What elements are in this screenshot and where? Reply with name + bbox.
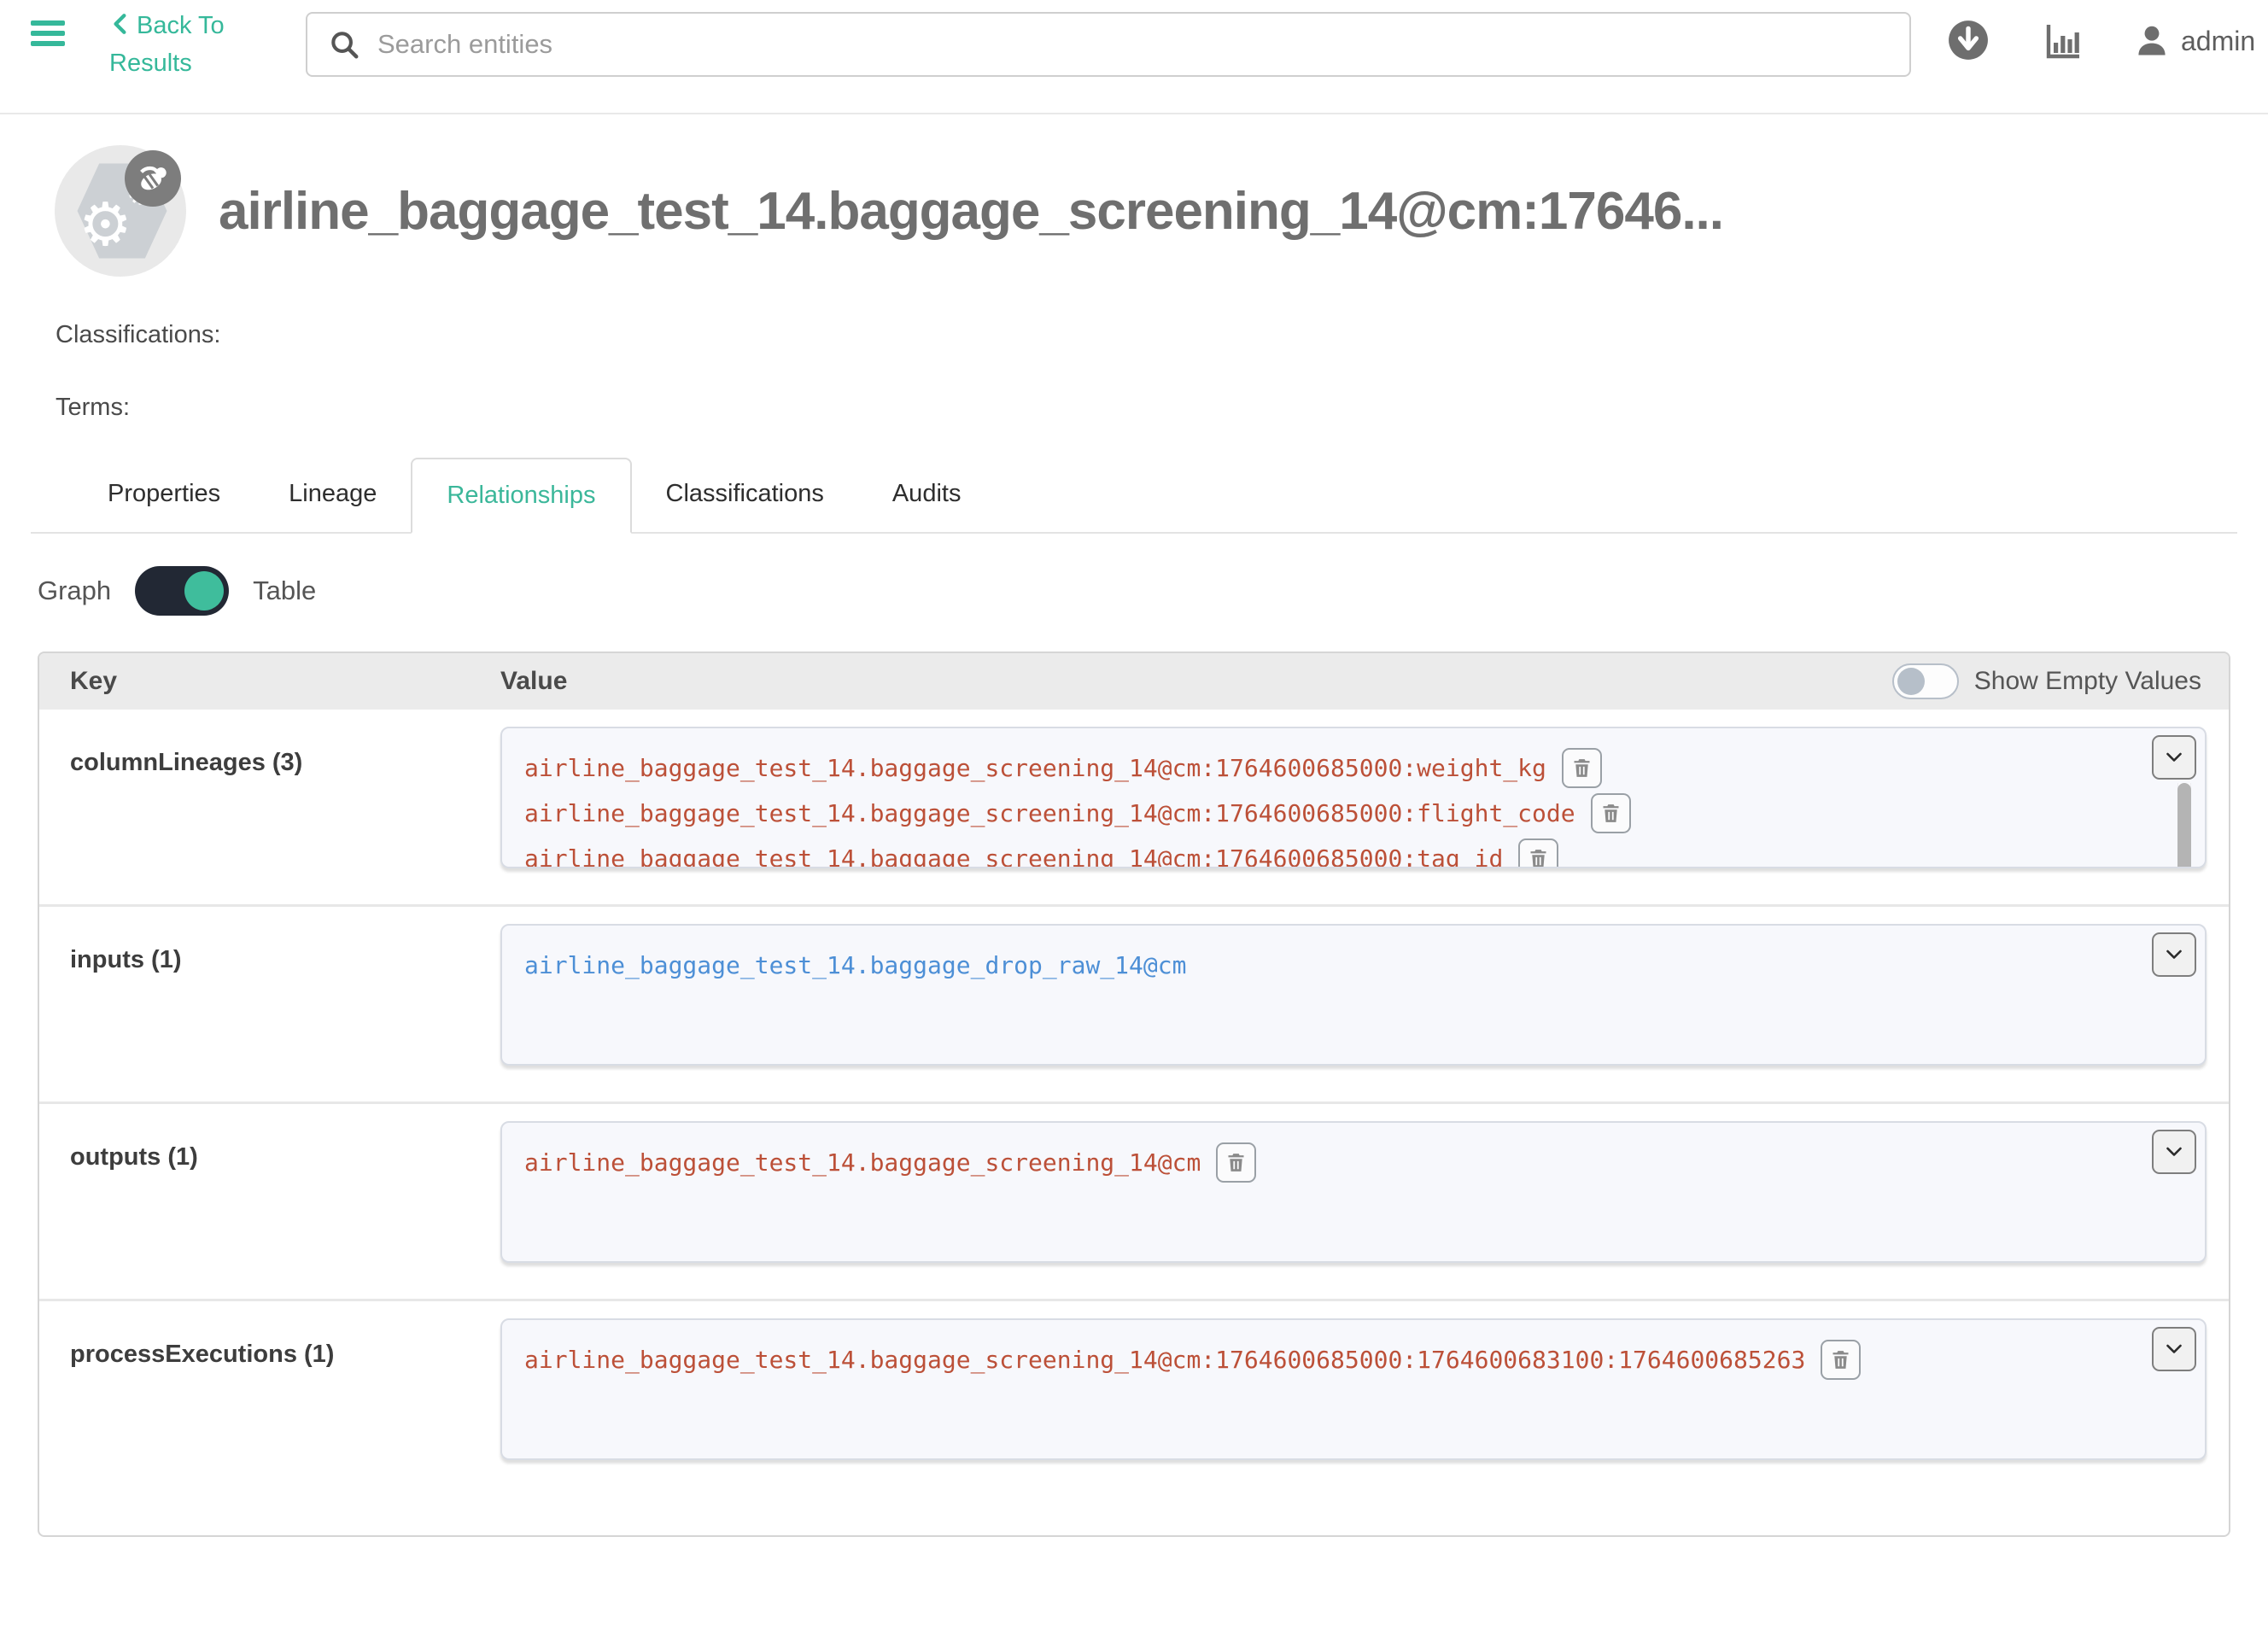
row-value-cell: airline_baggage_test_14.baggage_screenin… bbox=[500, 727, 2229, 868]
entity-link[interactable]: airline_baggage_test_14.baggage_screenin… bbox=[524, 1148, 1201, 1177]
entity-type-icon: ⚙ ⚙ bbox=[55, 145, 186, 277]
value-line: airline_baggage_test_14.baggage_screenin… bbox=[524, 836, 2136, 868]
entity-link[interactable]: airline_baggage_test_14.baggage_screenin… bbox=[524, 799, 1575, 827]
entity-link[interactable]: airline_baggage_test_14.baggage_screenin… bbox=[524, 844, 1503, 868]
tab-audits[interactable]: Audits bbox=[858, 458, 996, 534]
chevron-down-icon bbox=[2164, 1142, 2184, 1162]
trash-icon bbox=[1225, 1151, 1248, 1174]
entity-tabs: Properties Lineage Relationships Classif… bbox=[31, 458, 2237, 534]
toggle-knob bbox=[184, 571, 224, 611]
statistics-chart-icon[interactable] bbox=[2043, 20, 2084, 66]
chevron-down-icon bbox=[2164, 1339, 2184, 1359]
row-value-cell: airline_baggage_test_14.baggage_screenin… bbox=[500, 1121, 2229, 1263]
delete-button[interactable] bbox=[1518, 838, 1558, 868]
expand-collapse-button[interactable] bbox=[2152, 1327, 2196, 1371]
show-empty-values-toggle[interactable] bbox=[1892, 663, 1959, 699]
graph-label: Graph bbox=[38, 576, 111, 606]
top-bar: Back To Results admin bbox=[0, 0, 2268, 114]
trash-icon bbox=[1599, 802, 1622, 825]
value-line: airline_baggage_test_14.baggage_screenin… bbox=[524, 791, 2136, 836]
show-empty-values-control: Show Empty Values bbox=[1892, 663, 2229, 699]
value-line: airline_baggage_test_14.baggage_screenin… bbox=[524, 745, 2136, 791]
trash-icon bbox=[1570, 757, 1593, 780]
view-toggle-row: Graph Table bbox=[38, 566, 2268, 616]
menu-icon[interactable] bbox=[31, 20, 67, 51]
value-line: airline_baggage_test_14.baggage_screenin… bbox=[524, 1337, 2136, 1382]
tab-relationships[interactable]: Relationships bbox=[411, 458, 631, 534]
row-key: outputs (1) bbox=[39, 1121, 500, 1263]
delete-button[interactable] bbox=[1216, 1142, 1256, 1183]
expand-collapse-button[interactable] bbox=[2152, 932, 2196, 977]
delete-button[interactable] bbox=[1591, 793, 1631, 833]
table-header-row: Key Value Show Empty Values bbox=[39, 653, 2229, 710]
trash-icon bbox=[1829, 1348, 1852, 1371]
row-key: inputs (1) bbox=[39, 924, 500, 1066]
delete-button[interactable] bbox=[1562, 748, 1602, 788]
row-key: columnLineages (3) bbox=[39, 727, 500, 868]
toggle-knob bbox=[1897, 668, 1925, 695]
value-box: airline_baggage_test_14.baggage_screenin… bbox=[500, 1318, 2207, 1460]
show-empty-values-label: Show Empty Values bbox=[1974, 667, 2201, 696]
delete-button[interactable] bbox=[1821, 1340, 1861, 1380]
trash-icon bbox=[1527, 847, 1550, 868]
table-row: inputs (1) airline_baggage_test_14.baggag… bbox=[39, 904, 2229, 1101]
row-value-cell: airline_baggage_test_14.baggage_screenin… bbox=[500, 1318, 2229, 1460]
classifications-label: Classifications: bbox=[56, 321, 2268, 349]
value-box: airline_baggage_test_14.baggage_screenin… bbox=[500, 1121, 2207, 1263]
row-value-cell: airline_baggage_test_14.baggage_drop_raw… bbox=[500, 924, 2229, 1066]
expand-collapse-button[interactable] bbox=[2152, 1130, 2196, 1174]
table-row: outputs (1) airline_baggage_test_14.bagga… bbox=[39, 1101, 2229, 1299]
chevron-down-icon bbox=[2164, 747, 2184, 768]
entity-link[interactable]: airline_baggage_test_14.baggage_screenin… bbox=[524, 754, 1546, 782]
hive-bee-badge-icon bbox=[125, 150, 181, 207]
value-box: airline_baggage_test_14.baggage_screenin… bbox=[500, 727, 2207, 868]
entity-link[interactable]: airline_baggage_test_14.baggage_screenin… bbox=[524, 1346, 1805, 1374]
username-label: admin bbox=[2181, 26, 2255, 57]
value-column-header: Value bbox=[500, 667, 1892, 696]
tab-properties[interactable]: Properties bbox=[73, 458, 254, 534]
chevron-down-icon bbox=[2164, 944, 2184, 965]
expand-collapse-button[interactable] bbox=[2152, 735, 2196, 780]
value-line: airline_baggage_test_14.baggage_screenin… bbox=[524, 1140, 2136, 1185]
table-row: columnLineages (3) airline_baggage_test_1… bbox=[39, 710, 2229, 904]
key-column-header: Key bbox=[39, 667, 500, 696]
search-bar bbox=[306, 12, 1911, 77]
table-label: Table bbox=[253, 576, 316, 606]
download-icon[interactable] bbox=[1947, 19, 1990, 66]
user-menu[interactable]: admin bbox=[2133, 22, 2255, 60]
row-key: processExecutions (1) bbox=[39, 1318, 500, 1460]
search-icon bbox=[328, 28, 360, 61]
entity-header: ⚙ ⚙ airline_baggage_test_14.baggage_scre… bbox=[55, 145, 2268, 277]
value-box: airline_baggage_test_14.baggage_drop_raw… bbox=[500, 924, 2207, 1066]
entity-link[interactable]: airline_baggage_test_14.baggage_drop_raw… bbox=[524, 951, 1186, 979]
tab-classifications[interactable]: Classifications bbox=[632, 458, 858, 534]
search-input[interactable] bbox=[377, 29, 1889, 60]
back-to-results-link[interactable]: Back To Results bbox=[109, 7, 237, 82]
page-title: airline_baggage_test_14.baggage_screenin… bbox=[219, 181, 1723, 242]
scrollbar-thumb[interactable] bbox=[2177, 783, 2191, 868]
tab-lineage[interactable]: Lineage bbox=[254, 458, 411, 534]
chevron-left-icon bbox=[109, 11, 132, 37]
gear-icon: ⚙ bbox=[79, 195, 132, 254]
user-icon bbox=[2133, 22, 2171, 60]
relationships-table: Key Value Show Empty Values columnLineag… bbox=[38, 651, 2230, 1537]
value-line: airline_baggage_test_14.baggage_drop_raw… bbox=[524, 943, 2136, 988]
terms-label: Terms: bbox=[56, 394, 2268, 422]
table-row: processExecutions (1) airline_baggage_tes… bbox=[39, 1299, 2229, 1535]
graph-table-toggle[interactable] bbox=[135, 566, 229, 616]
